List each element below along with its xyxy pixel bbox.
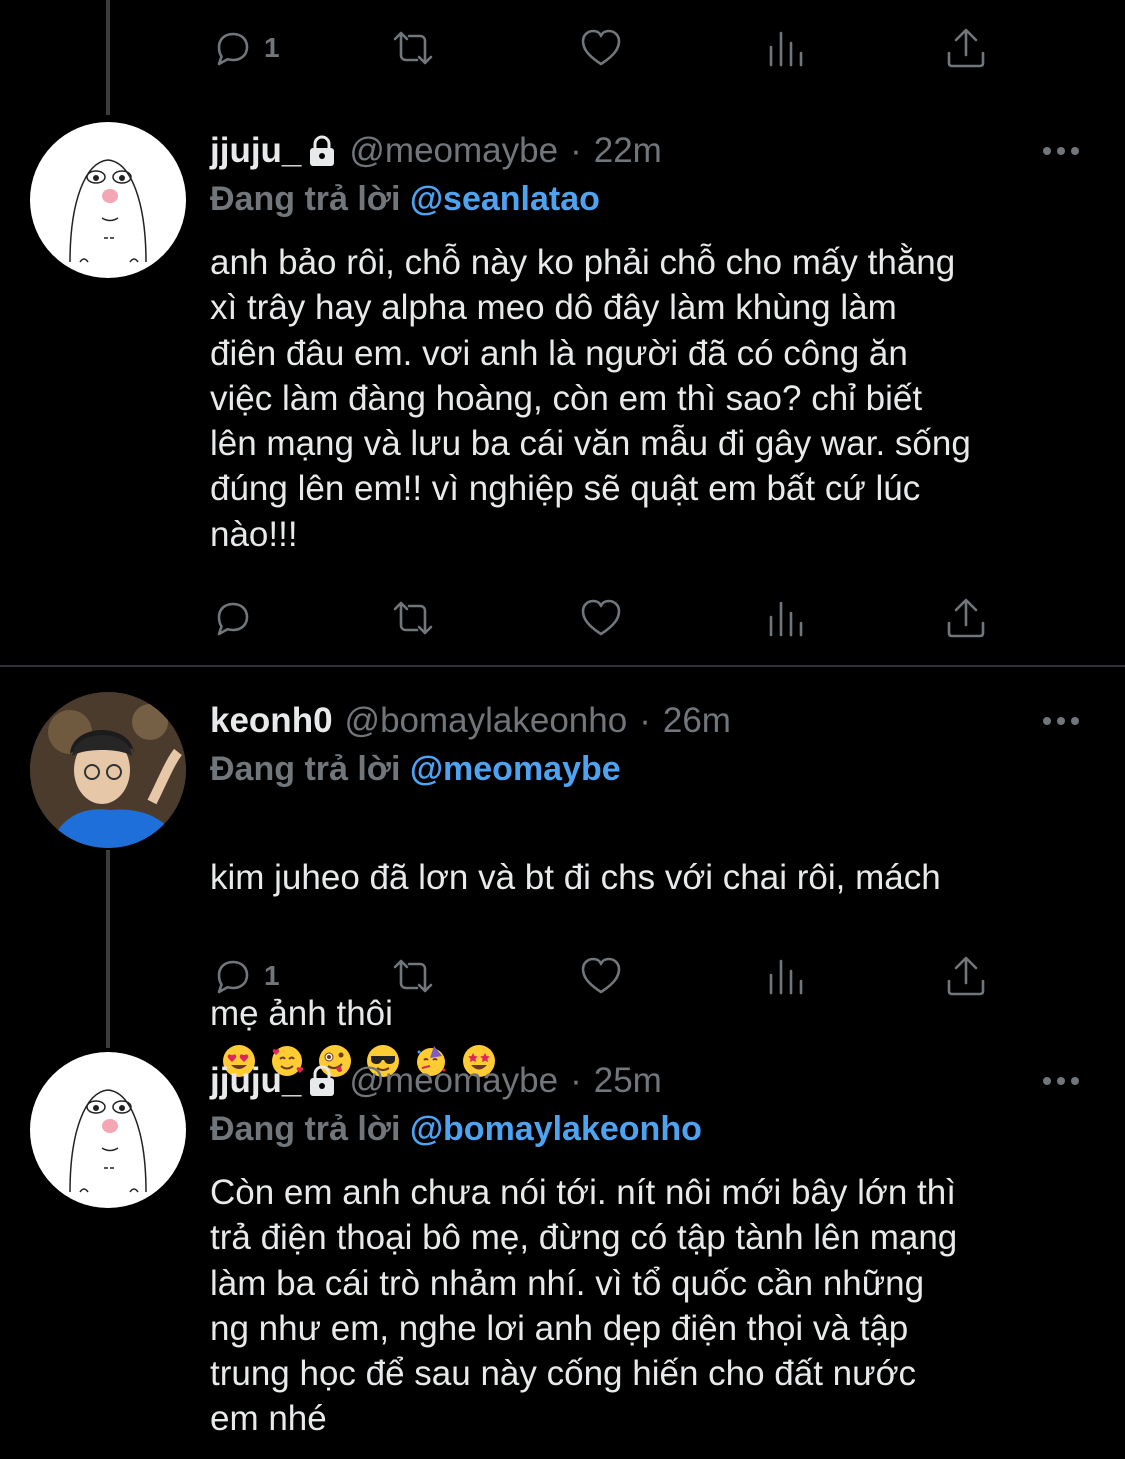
mention-link[interactable]: @seanlatao (410, 180, 600, 218)
reply-button[interactable] (210, 588, 256, 648)
handle[interactable]: @meomaybe (349, 131, 558, 171)
retweet-button[interactable] (390, 946, 436, 1006)
replying-to: Đang trả lời @bomaylakeonho (210, 1110, 702, 1149)
share-icon (947, 956, 985, 996)
heart-icon (581, 599, 621, 636)
replying-to: Đang trả lời @seanlatao (210, 180, 600, 219)
analytics-icon (769, 959, 803, 995)
lock-icon (310, 135, 335, 166)
heart-icon (581, 957, 621, 994)
lock-icon (310, 1065, 335, 1096)
thread-line-top (106, 0, 110, 115)
retweet-button[interactable] (390, 588, 436, 648)
tweet-header: keonh0 @bomaylakeonho · 26m (210, 696, 731, 746)
retweet-icon (393, 959, 433, 993)
tweet-text-line: kim juheo đã lơn và bt đi chs với chai r… (210, 858, 941, 898)
share-button[interactable] (943, 588, 989, 648)
tweet-header: jjuju_ @meomaybe · 25m (210, 1056, 662, 1106)
tweet-actions (210, 588, 1010, 648)
avatar[interactable] (30, 122, 186, 278)
analytics-button[interactable] (763, 588, 809, 648)
analytics-button[interactable] (763, 18, 809, 78)
display-name[interactable]: jjuju_ (210, 131, 301, 171)
more-icon (1043, 717, 1079, 725)
retweet-icon (393, 601, 433, 635)
reply-button[interactable]: 1 (210, 18, 280, 78)
reply-icon (217, 960, 249, 994)
tweet-actions: 1 (210, 946, 1010, 1006)
analytics-icon (769, 601, 803, 637)
mascot-avatar-image (69, 159, 147, 263)
display-name[interactable]: jjuju_ (210, 1061, 301, 1101)
replying-label: Đang trả lời (210, 750, 401, 788)
thread-line-middle (106, 850, 110, 1048)
timestamp[interactable]: 22m (594, 131, 662, 171)
mention-link[interactable]: @bomaylakeonho (410, 1110, 702, 1148)
profile-photo-image (30, 692, 186, 848)
dot-separator: · (570, 131, 582, 170)
reply-count: 1 (264, 960, 280, 991)
mention-link[interactable]: @meomaybe (410, 750, 621, 788)
more-button[interactable] (1041, 126, 1081, 176)
avatar[interactable] (30, 1052, 186, 1208)
share-button[interactable] (943, 18, 989, 78)
handle[interactable]: @meomaybe (349, 1061, 558, 1101)
analytics-button[interactable] (763, 946, 809, 1006)
dot-separator: · (639, 701, 651, 740)
tweet-divider (0, 665, 1125, 667)
tweet-text: Còn em anh chưa nói tới. nít nôi mới bây… (210, 1173, 958, 1439)
timestamp[interactable]: 26m (663, 701, 731, 741)
share-icon (947, 598, 985, 638)
heart-icon (581, 29, 621, 66)
mascot-avatar-image (69, 1089, 147, 1193)
replying-label: Đang trả lời (210, 1110, 401, 1148)
tweet-text: anh bảo rôi, chỗ này ko phải chỗ cho mấy… (210, 243, 971, 554)
analytics-icon (769, 31, 803, 67)
retweet-button[interactable] (390, 18, 436, 78)
more-button[interactable] (1041, 1056, 1081, 1106)
more-button[interactable] (1041, 696, 1081, 746)
like-button[interactable] (578, 946, 624, 1006)
avatar[interactable] (30, 692, 186, 848)
reply-icon (217, 602, 249, 636)
reply-count: 1 (264, 32, 280, 63)
display-name[interactable]: keonh0 (210, 701, 333, 741)
reply-icon (217, 32, 249, 66)
share-button[interactable] (943, 946, 989, 1006)
reply-button[interactable]: 1 (210, 946, 280, 1006)
retweet-icon (393, 31, 433, 65)
timestamp[interactable]: 25m (594, 1061, 662, 1101)
replying-label: Đang trả lời (210, 180, 401, 218)
like-button[interactable] (578, 588, 624, 648)
more-icon (1043, 147, 1079, 155)
like-button[interactable] (578, 18, 624, 78)
tweet-actions: 1 (210, 18, 1010, 78)
handle[interactable]: @bomaylakeonho (345, 701, 628, 741)
dot-separator: · (570, 1061, 582, 1100)
replying-to: Đang trả lời @meomaybe (210, 750, 621, 789)
tweet-header: jjuju_ @meomaybe · 22m (210, 126, 662, 176)
share-icon (947, 28, 985, 68)
more-icon (1043, 1077, 1079, 1085)
